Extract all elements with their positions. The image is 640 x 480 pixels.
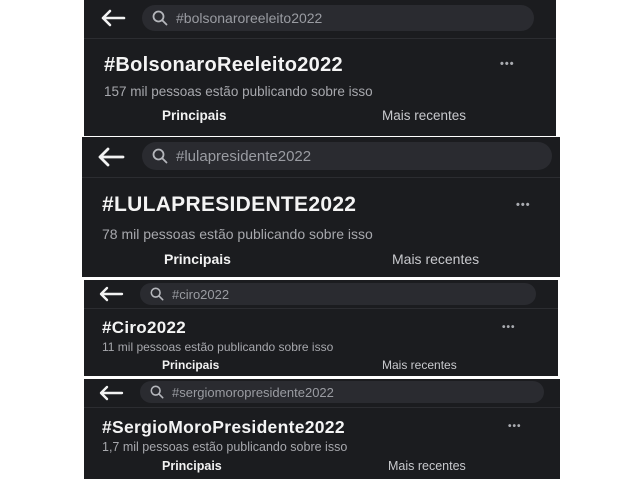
post-count-text: 11 mil pessoas estão publicando sobre is…	[102, 340, 334, 354]
tab-mais-recentes[interactable]: Mais recentes	[388, 459, 466, 473]
arrow-left-icon	[101, 9, 126, 27]
arrow-left-icon	[99, 385, 124, 401]
search-input[interactable]: #sergiomoropresidente2022	[140, 381, 544, 403]
search-query: #sergiomoropresidente2022	[172, 384, 334, 400]
divider	[84, 407, 560, 408]
hashtag-title: #LULAPRESIDENTE2022	[102, 193, 357, 216]
search-icon	[152, 10, 168, 26]
search-input[interactable]: #lulapresidente2022	[142, 142, 552, 170]
search-input[interactable]: #bolsonaroreeleito2022	[142, 5, 534, 31]
back-button[interactable]	[96, 144, 126, 170]
hashtag-title: #Ciro2022	[102, 318, 186, 337]
more-options-button[interactable]: •••	[508, 421, 522, 432]
hashtag-panel-sergiomoro: #sergiomoropresidente2022 #SergioMoroPre…	[84, 379, 560, 479]
back-button[interactable]	[96, 284, 126, 304]
hashtag-panel-ciro: #ciro2022 #Ciro2022 ••• 11 mil pessoas e…	[84, 280, 558, 376]
tab-principais[interactable]: Principais	[162, 108, 227, 123]
divider	[84, 38, 556, 39]
back-button[interactable]	[98, 6, 128, 30]
more-options-button[interactable]: •••	[516, 199, 531, 211]
more-options-button[interactable]: •••	[502, 322, 516, 333]
hashtag-panel-bolsonaro: #bolsonaroreeleito2022 #BolsonaroReeleit…	[84, 0, 556, 136]
search-icon	[150, 287, 164, 301]
search-input[interactable]: #ciro2022	[140, 283, 536, 305]
tab-mais-recentes[interactable]: Mais recentes	[382, 108, 466, 123]
post-count-text: 78 mil pessoas estão publicando sobre is…	[102, 226, 373, 242]
tab-mais-recentes[interactable]: Mais recentes	[392, 251, 479, 267]
back-button[interactable]	[96, 383, 126, 403]
arrow-left-icon	[98, 147, 125, 167]
hashtag-panel-lula: #lulapresidente2022 #LULAPRESIDENTE2022 …	[82, 137, 560, 277]
search-query: #bolsonaroreeleito2022	[176, 10, 323, 26]
post-count-text: 157 mil pessoas estão publicando sobre i…	[104, 84, 373, 99]
arrow-left-icon	[99, 286, 124, 302]
hashtag-title: #BolsonaroReeleito2022	[104, 54, 343, 76]
tab-principais[interactable]: Principais	[164, 251, 231, 267]
more-options-button[interactable]: •••	[500, 58, 515, 70]
search-query: #lulapresidente2022	[176, 147, 312, 165]
divider	[82, 177, 560, 178]
tab-principais[interactable]: Principais	[162, 459, 222, 473]
search-icon	[150, 385, 164, 399]
search-icon	[152, 148, 168, 164]
post-count-text: 1,7 mil pessoas estão publicando sobre i…	[102, 440, 348, 454]
hashtag-title: #SergioMoroPresidente2022	[102, 417, 345, 437]
search-query: #ciro2022	[172, 286, 230, 302]
tab-principais[interactable]: Principais	[162, 358, 219, 372]
divider	[84, 308, 558, 309]
tab-mais-recentes[interactable]: Mais recentes	[382, 358, 457, 372]
